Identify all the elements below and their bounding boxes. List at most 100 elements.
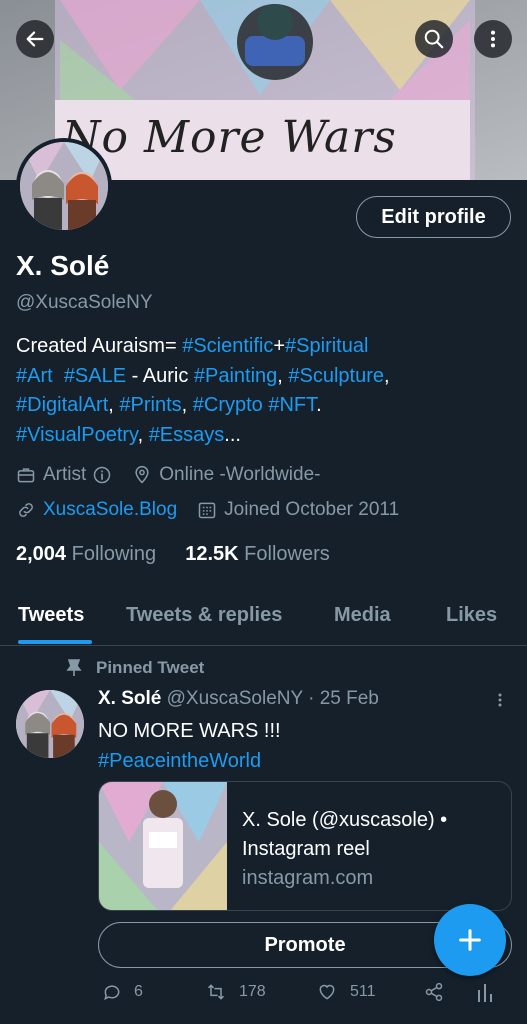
briefcase-icon <box>17 468 35 483</box>
location-pin-icon <box>135 465 149 484</box>
more-vertical-icon <box>490 30 496 48</box>
reply-button[interactable]: 6 <box>102 982 143 1002</box>
retweet-count: 178 <box>239 983 266 1000</box>
banner-text: No More Wars <box>62 112 397 163</box>
followers-label: Followers <box>244 543 330 565</box>
tweet-text-line: NO MORE WARS !!! <box>98 720 281 742</box>
active-tab-indicator <box>18 640 92 644</box>
tab-likes[interactable]: Likes <box>446 604 497 627</box>
follow-stats: 2,004 Following 12.5K Followers <box>16 543 330 566</box>
hashtag-link[interactable]: #Art <box>16 365 53 387</box>
bio-text: , <box>137 423 149 446</box>
profile-bio: Created Auraism= #Scientific+#Spiritual … <box>16 332 516 450</box>
like-count: 511 <box>350 983 376 1000</box>
following-label: Following <box>71 543 157 565</box>
location-label: Online -Worldwide- <box>159 464 321 485</box>
hashtag-link[interactable]: #VisualPoetry <box>16 424 138 446</box>
more-vertical-icon <box>498 693 502 707</box>
bio-text <box>53 365 64 387</box>
calendar-icon <box>198 502 216 519</box>
card-title: X. Sole (@xuscasole) • <box>242 809 448 831</box>
retweet-button[interactable]: 178 <box>205 982 266 1002</box>
website-link[interactable]: XuscaSole.Blog <box>43 499 177 521</box>
bio-text: ... <box>224 423 241 446</box>
profile-name: X. Solé <box>16 250 110 281</box>
followers-count: 12.5K <box>185 543 239 565</box>
tab-tweets[interactable]: Tweets <box>18 604 84 627</box>
pinned-text: Pinned Tweet <box>96 658 205 677</box>
analytics-icon <box>478 984 492 1002</box>
share-icon <box>425 982 443 1002</box>
link-card[interactable]: X. Sole (@xuscasole) • Instagram reel in… <box>98 781 512 911</box>
tweet-date[interactable]: 25 Feb <box>320 688 379 709</box>
tweet-more-button[interactable] <box>490 690 510 715</box>
profile-category: Artist <box>16 464 112 486</box>
profile-meta-row-1: Artist Online -Worldwide- <box>16 464 340 486</box>
pinned-label: Pinned Tweet <box>66 658 204 678</box>
bio-text: , <box>181 394 193 416</box>
joined-label: Joined October 2011 <box>224 499 400 520</box>
reply-icon <box>104 985 120 1001</box>
back-button[interactable] <box>16 20 54 58</box>
hashtag-link[interactable]: #Painting <box>194 365 277 387</box>
tweet-actions: 6 178 511 <box>0 980 527 1010</box>
following-count: 2,004 <box>16 543 67 565</box>
retweet-icon <box>207 984 225 1000</box>
hashtag-link[interactable]: #Scientific <box>182 335 273 357</box>
more-options-button[interactable] <box>474 20 512 58</box>
followers-link[interactable]: 12.5K Followers <box>185 543 330 565</box>
bio-text: , <box>384 364 390 387</box>
bio-text: . <box>316 394 322 416</box>
link-icon <box>19 503 33 517</box>
card-domain: instagram.com <box>242 867 374 889</box>
tweet-header: X. Solé @XuscaSoleNY · 25 Feb <box>98 688 379 710</box>
tweet-author-name[interactable]: X. Solé <box>98 688 161 709</box>
following-link[interactable]: 2,004 Following <box>16 543 156 565</box>
like-button[interactable]: 511 <box>316 982 376 1002</box>
pin-icon <box>66 659 82 676</box>
tweet-author-handle[interactable]: @XuscaSoleNY <box>167 688 303 709</box>
card-title: Instagram reel <box>242 838 370 860</box>
tab-media[interactable]: Media <box>334 604 391 627</box>
hashtag-link[interactable]: #Essays <box>149 424 225 446</box>
info-icon[interactable] <box>92 465 112 485</box>
hashtag-link[interactable]: #SALE <box>64 365 126 387</box>
profile-joined: Joined October 2011 <box>197 499 399 521</box>
hashtag-link[interactable]: #Crypto <box>193 394 263 416</box>
hashtag-link[interactable]: #DigitalArt <box>16 394 108 416</box>
hashtag-link[interactable]: #Sculpture <box>288 365 384 387</box>
tweet-text: NO MORE WARS !!! #PeaceintheWorld <box>98 716 281 776</box>
bio-text: Created Auraism= <box>16 335 183 357</box>
tweet-author-avatar[interactable] <box>16 690 84 758</box>
reply-count: 6 <box>134 983 143 1000</box>
tweet-separator: · <box>302 688 320 709</box>
bio-text: , <box>108 394 120 416</box>
profile-location: Online -Worldwide- <box>132 464 320 486</box>
hashtag-link[interactable]: #PeaceintheWorld <box>98 746 281 776</box>
analytics-button[interactable] <box>476 982 506 1002</box>
profile-meta-row-2: XuscaSole.Blog Joined October 2011 <box>16 499 419 521</box>
bio-text: + <box>273 335 286 357</box>
profile-website[interactable]: XuscaSole.Blog <box>16 499 177 521</box>
edit-profile-button[interactable]: Edit profile <box>356 196 511 238</box>
profile-handle: @XuscaSoleNY <box>16 292 153 313</box>
bio-text: , <box>277 364 289 387</box>
category-label: Artist <box>43 464 87 485</box>
avatar-image <box>20 142 108 230</box>
compose-tweet-button[interactable] <box>434 904 506 976</box>
bio-text: - Auric <box>126 364 194 387</box>
card-text: X. Sole (@xuscasole) • Instagram reel in… <box>242 806 447 893</box>
profile-avatar[interactable] <box>16 138 112 234</box>
hashtag-link[interactable]: #Prints <box>119 394 181 416</box>
card-thumbnail <box>99 782 227 910</box>
hashtag-link[interactable]: #Spiritual <box>285 335 368 357</box>
arrow-left-icon <box>26 31 44 47</box>
avatar-image <box>16 690 84 758</box>
share-button[interactable] <box>424 982 456 1002</box>
heart-icon <box>319 984 335 1000</box>
search-icon <box>424 29 444 49</box>
plus-icon <box>459 929 481 951</box>
hashtag-link[interactable]: #NFT <box>268 394 316 416</box>
tab-tweets-replies[interactable]: Tweets & replies <box>126 604 282 627</box>
search-button[interactable] <box>415 20 453 58</box>
